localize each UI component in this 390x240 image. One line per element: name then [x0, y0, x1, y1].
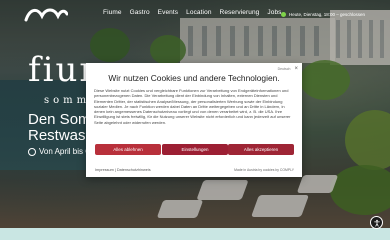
dialog-body: Diese Website nutzt Cookies und vergleic…: [94, 88, 291, 125]
dialog-top-bar: Deutsch ×: [278, 66, 298, 72]
status-text: Heute, Dienstag, 18:00 – geschlossen: [289, 12, 366, 17]
hero-headline: Den Som Restwass: [28, 112, 93, 144]
hero-subline: Von April bis O: [28, 147, 91, 156]
reject-all-button[interactable]: Alles ablehnen: [95, 144, 161, 155]
main-nav: Fiume Gastro Events Location Reservierun…: [103, 9, 282, 16]
accessibility-icon: [373, 219, 380, 227]
opening-status: Heute, Dienstag, 18:00 – geschlossen: [281, 12, 365, 17]
accessibility-button[interactable]: [370, 216, 383, 229]
calendar-icon: [28, 147, 36, 156]
settings-button[interactable]: Einstellungen: [162, 144, 228, 155]
language-label[interactable]: Deutsch: [278, 67, 291, 71]
nav-item-reservierung[interactable]: Reservierung: [220, 9, 260, 16]
dialog-title: Wir nutzen Cookies und andere Technologi…: [108, 73, 280, 83]
bottom-band: [0, 228, 390, 240]
headline-line: Restwass: [28, 127, 94, 144]
status-dot-icon: [281, 12, 286, 17]
accept-all-button[interactable]: Alles akzeptieren: [228, 144, 294, 155]
headline-line: Den Som: [28, 111, 91, 128]
subline-text: Von April bis O: [39, 147, 92, 156]
cookie-consent-dialog: Deutsch × Wir nutzen Cookies und andere …: [86, 63, 302, 177]
legal-links[interactable]: Impressum | Datenschutzhinweis: [95, 168, 151, 172]
nav-item-gastro[interactable]: Gastro: [130, 9, 150, 16]
close-icon[interactable]: ×: [294, 66, 298, 72]
nav-item-fiume[interactable]: Fiume: [103, 9, 122, 16]
logo-mark[interactable]: [24, 6, 68, 22]
nav-item-location[interactable]: Location: [186, 9, 211, 16]
nav-item-jobs[interactable]: Jobs: [267, 9, 281, 16]
made-by-label: Made in Austria by cookies by COMPLY: [234, 168, 294, 172]
nav-item-events[interactable]: Events: [158, 9, 178, 16]
